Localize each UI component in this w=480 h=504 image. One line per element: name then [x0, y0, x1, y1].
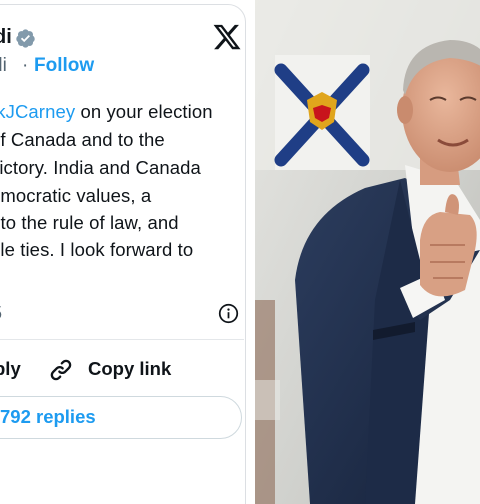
news-photo [255, 0, 480, 504]
handle-separator: · [22, 55, 29, 76]
info-icon[interactable] [218, 303, 239, 324]
mention-link[interactable]: rkJCarney [0, 101, 75, 122]
reply-button[interactable]: ply [0, 358, 21, 380]
author-name[interactable]: di [0, 25, 12, 49]
tweet-text-line-1: rkJCarney on your election [0, 100, 213, 124]
photo-illustration [255, 0, 480, 504]
follow-button[interactable]: Follow [34, 54, 94, 78]
verified-badge-icon [16, 29, 35, 48]
tweet-text-line-6: ple ties. I look forward to [0, 239, 194, 260]
link-icon[interactable] [47, 356, 75, 384]
tweet-text-line-3: victory. India and Canada [0, 157, 201, 178]
x-logo-icon[interactable] [211, 22, 243, 52]
flag [274, 55, 370, 170]
author-handle[interactable]: di [0, 54, 7, 78]
tweet-timestamp[interactable]: 5 [0, 303, 2, 324]
tweet-text-line-5: t to the rule of law, and [0, 212, 179, 233]
divider [0, 339, 244, 340]
tweet-card: di di · Follow rkJCarney on your electio… [0, 0, 255, 504]
read-replies-label[interactable]: 792 replies [0, 406, 96, 428]
copy-link-button[interactable]: Copy link [88, 358, 171, 380]
tweet-text-line-2: of Canada and to the [0, 129, 165, 150]
tweet-text-line-4: emocratic values, a [0, 185, 152, 206]
